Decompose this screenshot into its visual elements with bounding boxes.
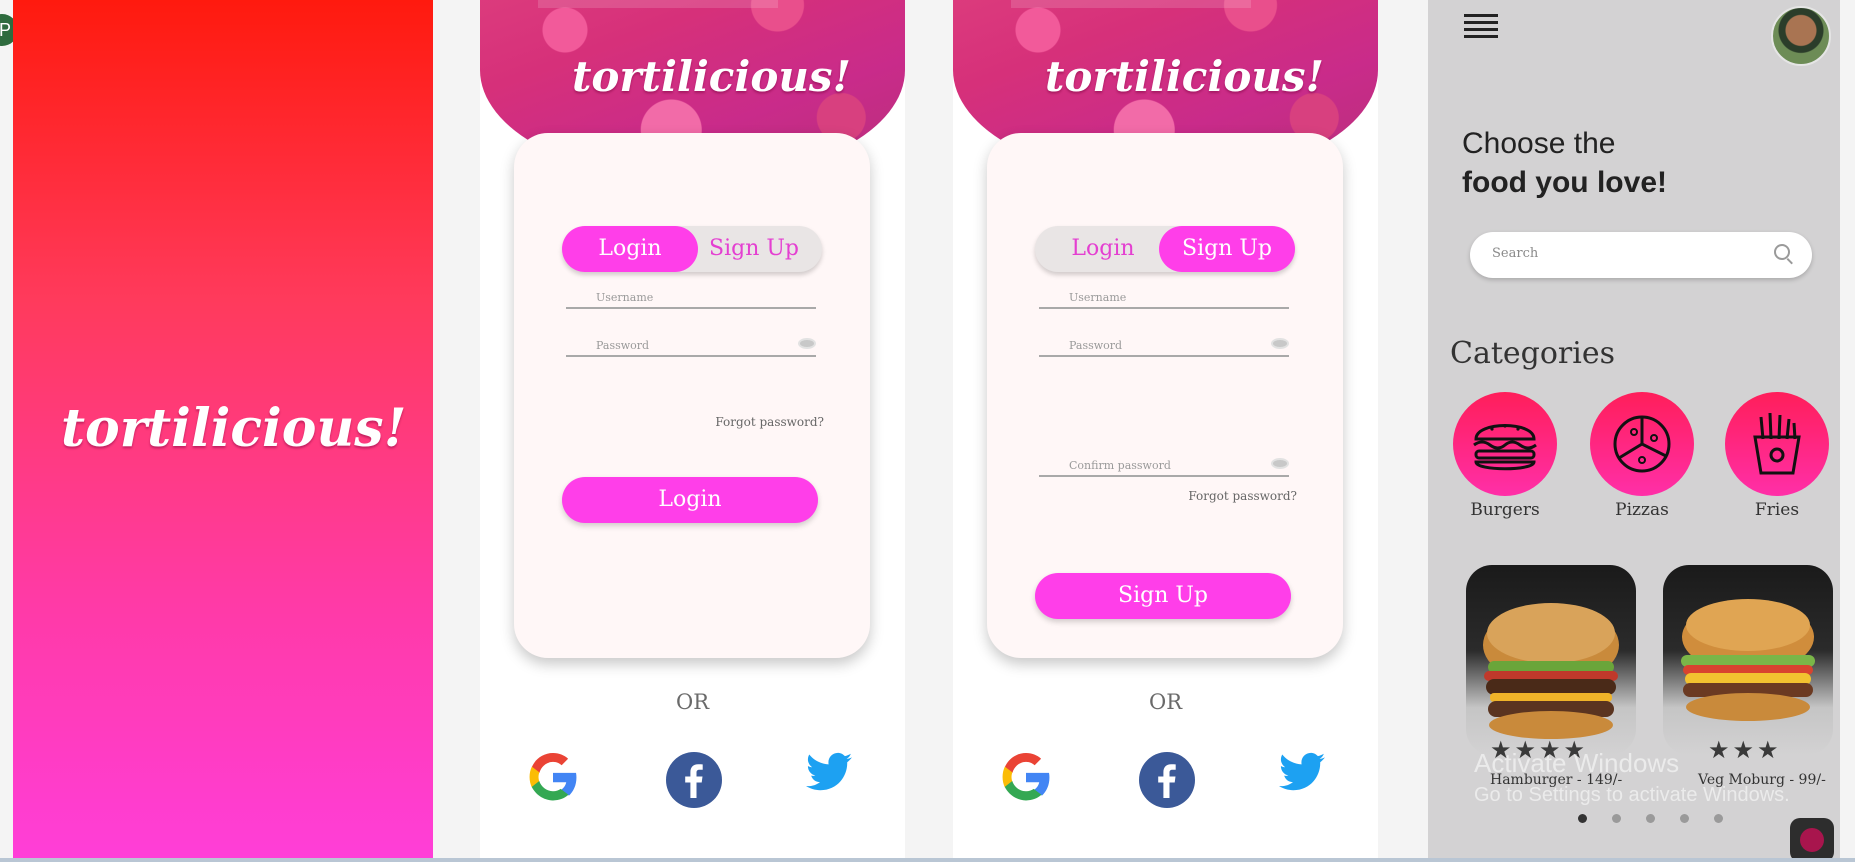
- twitter-signin-button[interactable]: [806, 752, 856, 802]
- window-bottom-border: [0, 858, 1855, 862]
- username-field[interactable]: Username: [1039, 283, 1289, 309]
- eye-icon[interactable]: [1271, 458, 1289, 469]
- login-logo: tortilicious!: [572, 52, 851, 101]
- twitter-signin-button[interactable]: [1279, 752, 1329, 802]
- search-icon[interactable]: [1774, 244, 1790, 260]
- search-input[interactable]: Search: [1470, 232, 1812, 278]
- activation-watermark-subtitle: Go to Settings to activate Windows.: [1474, 784, 1790, 806]
- password-field[interactable]: Password: [1039, 331, 1289, 357]
- page-title: Choose the food you love!: [1462, 124, 1667, 202]
- or-divider: OR: [675, 690, 710, 714]
- title-line-2: food you love!: [1462, 166, 1667, 199]
- signup-card: Login Sign Up Username Password Confirm …: [987, 133, 1343, 658]
- category-label: Fries: [1754, 500, 1800, 520]
- google-signin-button[interactable]: [528, 752, 578, 802]
- carousel-dot[interactable]: [1714, 814, 1723, 823]
- confirm-password-field[interactable]: Confirm password: [1039, 451, 1289, 477]
- category-burgers-button[interactable]: [1453, 392, 1557, 496]
- category-fries-button[interactable]: [1725, 392, 1829, 496]
- top-logo-strip: [1011, 0, 1251, 8]
- twitter-icon: [806, 752, 852, 791]
- password-placeholder: Password: [1069, 339, 1123, 352]
- login-submit-button[interactable]: Login: [562, 477, 818, 523]
- facebook-icon: [666, 752, 722, 808]
- facebook-icon: [1139, 752, 1195, 808]
- forgot-password-link[interactable]: Forgot password?: [715, 415, 824, 429]
- rating-stars: ★★★: [1708, 737, 1782, 764]
- google-signin-button[interactable]: [1001, 752, 1051, 802]
- password-field[interactable]: Password: [566, 331, 816, 357]
- login-tab-button[interactable]: Login: [562, 226, 698, 272]
- signup-screen: tortilicious! Login Sign Up Username Pas…: [953, 0, 1378, 858]
- facebook-signin-button[interactable]: [1139, 752, 1195, 808]
- google-icon: [1002, 753, 1050, 801]
- app-canvas: P tortilicious! tortilicious! Login Sign…: [0, 0, 1855, 862]
- burger-icon: [1473, 424, 1537, 471]
- signup-submit-button[interactable]: Sign Up: [1035, 573, 1291, 619]
- fries-icon: [1753, 412, 1801, 475]
- home-screen: Choose the food you love! Search Categor…: [1428, 0, 1840, 858]
- avatar[interactable]: [1771, 6, 1831, 66]
- carousel-dot[interactable]: [1646, 814, 1655, 823]
- food-card-hamburger[interactable]: [1466, 565, 1636, 755]
- signup-tab-button[interactable]: Sign Up: [686, 226, 822, 272]
- activation-watermark-title: Activate Windows: [1474, 748, 1680, 778]
- eye-icon[interactable]: [798, 338, 816, 349]
- eye-icon[interactable]: [1271, 338, 1289, 349]
- signup-logo: tortilicious!: [1045, 52, 1324, 101]
- menu-icon[interactable]: [1464, 14, 1498, 38]
- confirm-password-placeholder: Confirm password: [1069, 459, 1171, 472]
- carousel-dots: [1578, 810, 1748, 828]
- or-divider: OR: [1148, 690, 1183, 714]
- category-pizzas-button[interactable]: [1590, 392, 1694, 496]
- category-pizzas[interactable]: Pizzas: [1587, 392, 1697, 520]
- google-icon: [529, 753, 577, 801]
- category-burgers[interactable]: Burgers: [1450, 392, 1560, 520]
- food-card-veg-moburg[interactable]: [1663, 565, 1833, 755]
- username-placeholder: Username: [596, 291, 654, 304]
- carousel-dot[interactable]: [1680, 814, 1689, 823]
- hamburger-image: [1483, 603, 1619, 739]
- pizza-icon: [1613, 415, 1671, 473]
- veg-burger-image: [1681, 599, 1815, 721]
- search-placeholder: Search: [1492, 246, 1539, 261]
- category-label: Burgers: [1470, 500, 1540, 520]
- twitter-icon: [1279, 752, 1325, 791]
- signup-tab-button[interactable]: Sign Up: [1159, 226, 1295, 272]
- login-card: Login Sign Up Username Password Forgot p…: [514, 133, 870, 658]
- auth-toggle: Login Sign Up: [1035, 226, 1295, 272]
- login-screen: tortilicious! Login Sign Up Username Pas…: [480, 0, 905, 858]
- carousel-dot[interactable]: [1578, 814, 1587, 823]
- password-placeholder: Password: [596, 339, 650, 352]
- category-label: Pizzas: [1615, 500, 1669, 520]
- title-line-1: Choose the: [1462, 127, 1616, 160]
- categories-heading: Categories: [1450, 336, 1615, 371]
- forgot-password-link[interactable]: Forgot password?: [1188, 489, 1297, 503]
- login-tab-button[interactable]: Login: [1035, 226, 1171, 272]
- top-logo-strip: [538, 0, 778, 8]
- splash-screen: tortilicious!: [13, 0, 433, 858]
- facebook-signin-button[interactable]: [666, 752, 722, 808]
- carousel-dot[interactable]: [1612, 814, 1621, 823]
- username-placeholder: Username: [1069, 291, 1127, 304]
- username-field[interactable]: Username: [566, 283, 816, 309]
- collapse-button[interactable]: [1790, 818, 1834, 858]
- splash-logo: tortilicious!: [61, 398, 407, 459]
- auth-toggle: Login Sign Up: [562, 226, 822, 272]
- category-fries[interactable]: Fries: [1722, 392, 1832, 520]
